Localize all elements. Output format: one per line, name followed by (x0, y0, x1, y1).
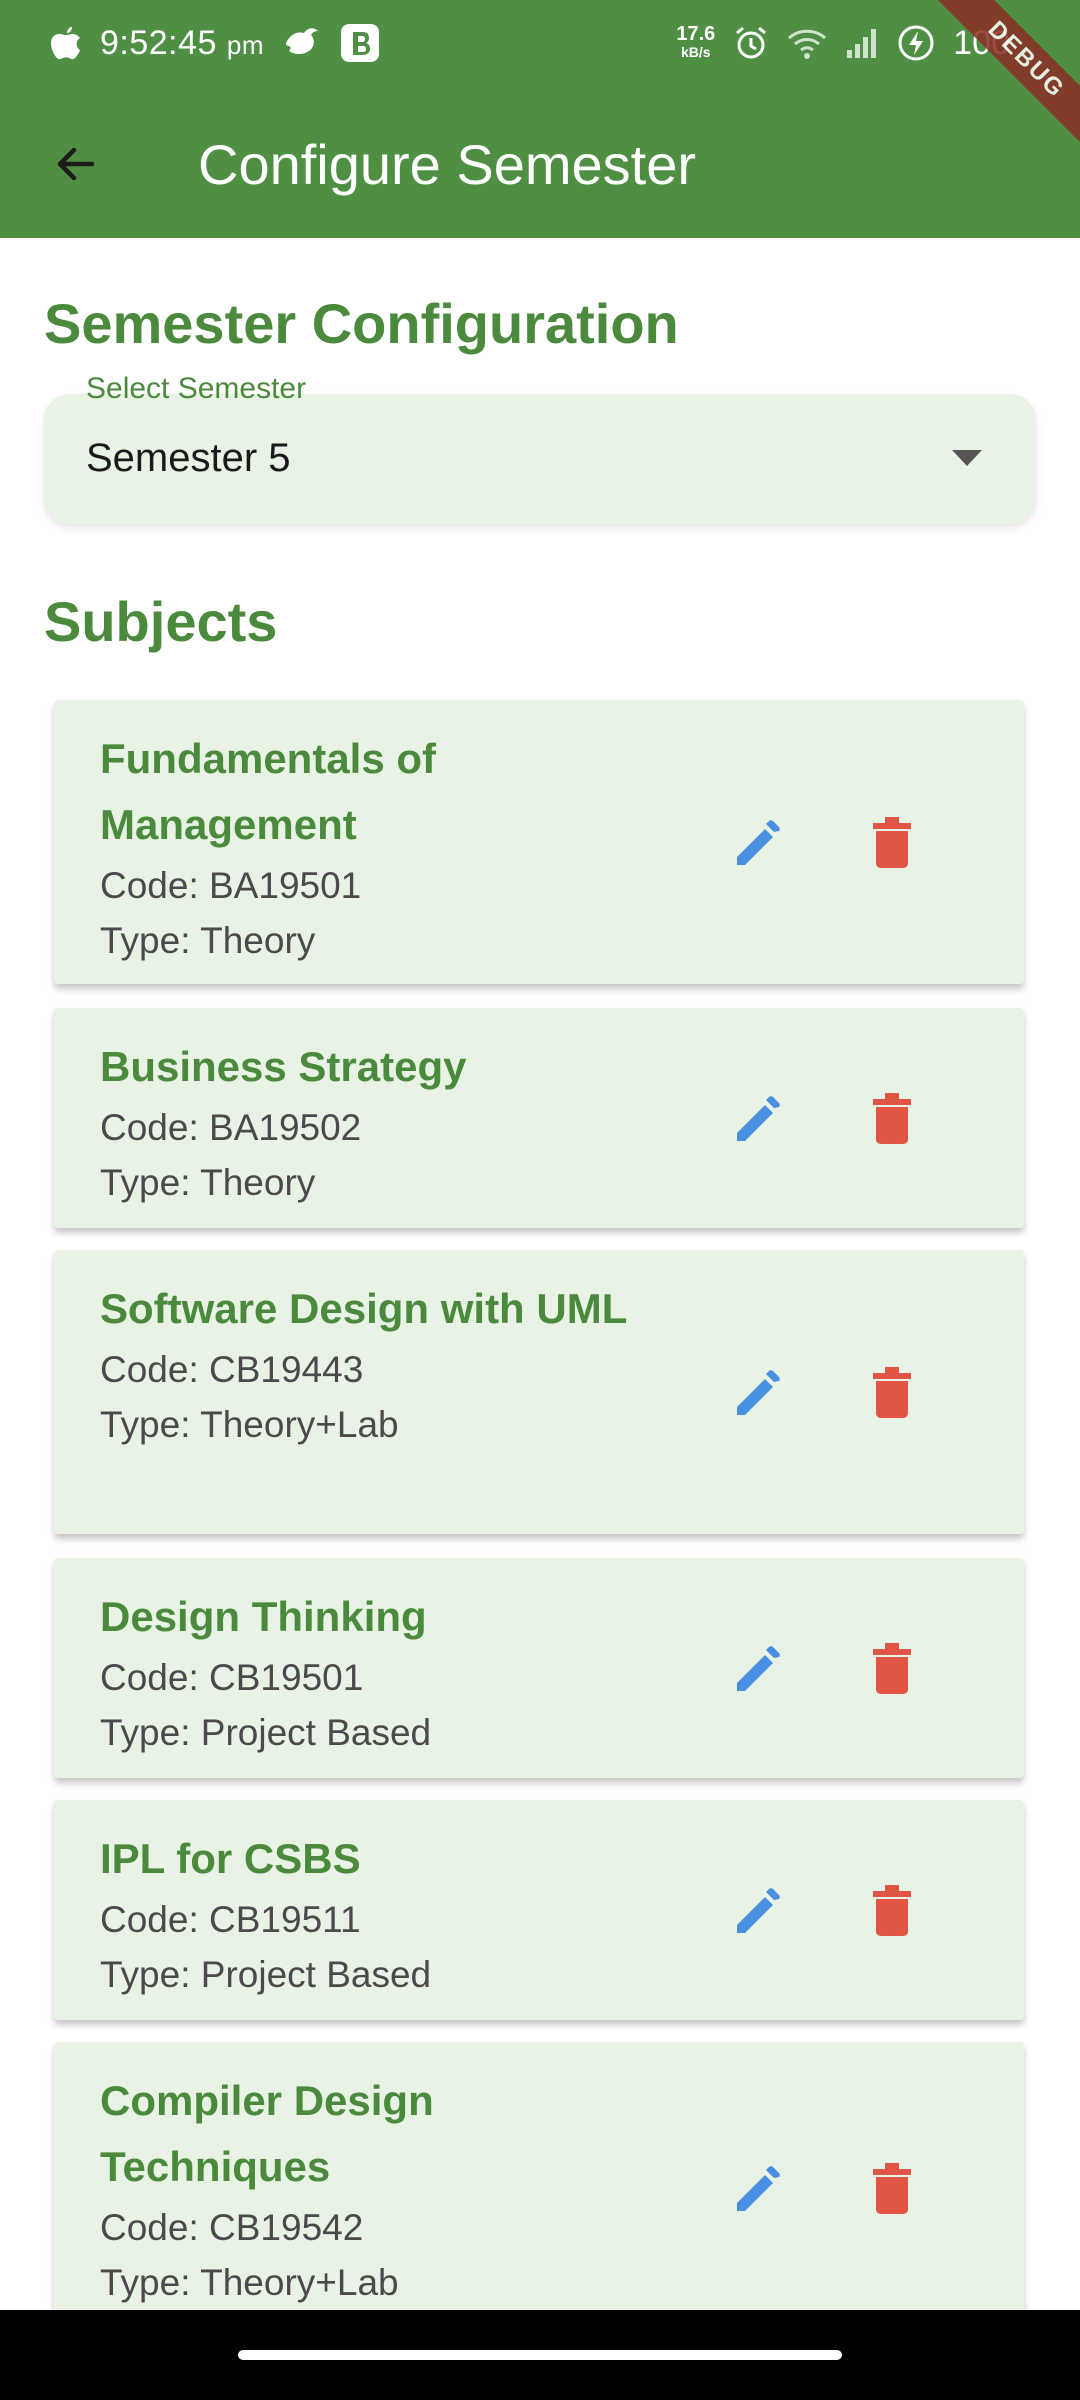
subject-code: Code: CB19501 (100, 1657, 364, 1698)
back-button[interactable] (40, 128, 112, 200)
trash-icon (871, 1091, 913, 1145)
pencil-icon (733, 1883, 787, 1937)
delete-subject-button[interactable] (856, 806, 928, 878)
edit-subject-button[interactable] (724, 806, 796, 878)
trash-icon (871, 2161, 913, 2215)
subject-code: Code: BA19501 (100, 865, 362, 906)
app-header: 9:52:45 pm 17.6 kB/s DEBUG Configure Sem… (0, 0, 1080, 238)
delete-subject-button[interactable] (856, 1082, 928, 1154)
pencil-icon (733, 1641, 787, 1695)
semester-select[interactable]: Select Semester Semester 5 (44, 372, 1036, 524)
subject-info: Business Strategy Code: BA19502 Type: Th… (100, 1034, 670, 1210)
system-nav-bar (0, 2310, 1080, 2400)
edit-subject-button[interactable] (724, 1874, 796, 1946)
subject-code: Code: BA19502 (100, 1107, 362, 1148)
pencil-icon (733, 1365, 787, 1419)
trash-icon (871, 1365, 913, 1419)
charging-icon (897, 24, 935, 62)
app-bar: Configure Semester (0, 86, 1080, 238)
edit-subject-button[interactable] (724, 1632, 796, 1704)
arrow-left-icon (52, 140, 100, 188)
trash-icon (871, 815, 913, 869)
subject-code: Code: CB19542 (100, 2207, 364, 2248)
semester-select-value: Semester 5 (86, 436, 291, 480)
b-app-icon (340, 23, 380, 63)
status-right: 17.6 kB/s (676, 16, 1010, 70)
subject-card: Business Strategy Code: BA19502 Type: Th… (54, 1008, 1024, 1228)
subject-type: Type: Project Based (100, 1712, 432, 1753)
apple-icon (50, 25, 82, 61)
status-bar: 9:52:45 pm 17.6 kB/s (0, 0, 1080, 86)
subject-card: Compiler Design Techniques Code: CB19542… (54, 2042, 1024, 2342)
subjects-heading: Subjects (44, 590, 278, 653)
caret-down-icon (952, 450, 982, 468)
home-gesture-handle[interactable] (238, 2350, 842, 2360)
subject-type: Type: Theory (100, 1162, 316, 1203)
subject-type: Type: Theory (100, 920, 316, 961)
edit-subject-button[interactable] (724, 2152, 796, 2224)
delete-subject-button[interactable] (856, 1356, 928, 1428)
subject-info: IPL for CSBS Code: CB19511 Type: Project… (100, 1826, 670, 2002)
subject-info: Compiler Design Techniques Code: CB19542… (100, 2068, 670, 2310)
delete-subject-button[interactable] (856, 1632, 928, 1704)
subject-info: Software Design with UML Code: CB19443 T… (100, 1276, 670, 1452)
subject-type: Type: Theory+Lab (100, 1404, 399, 1445)
pencil-icon (733, 1091, 787, 1145)
edit-subject-button[interactable] (724, 1356, 796, 1428)
subject-card: Design Thinking Code: CB19501 Type: Proj… (54, 1558, 1024, 1778)
subject-name: Compiler Design Techniques (100, 2077, 434, 2190)
pencil-icon (733, 2161, 787, 2215)
subject-card: IPL for CSBS Code: CB19511 Type: Project… (54, 1800, 1024, 2020)
signal-icon (845, 26, 879, 60)
status-time: 9:52:45 pm (100, 23, 265, 62)
subject-card: Software Design with UML Code: CB19443 T… (54, 1250, 1024, 1534)
alarm-icon (733, 25, 769, 61)
subject-code: Code: CB19443 (100, 1349, 364, 1390)
subject-type: Type: Theory+Lab (100, 2262, 399, 2303)
subject-name: IPL for CSBS (100, 1835, 361, 1882)
status-left: 9:52:45 pm (50, 16, 380, 70)
network-speed: 17.6 kB/s (676, 23, 716, 60)
semester-select-label: Select Semester (86, 372, 307, 405)
subject-card: Fundamentals of Management Code: BA19501… (54, 700, 1024, 984)
subject-type: Type: Project Based (100, 1954, 432, 1995)
subject-info: Fundamentals of Management Code: BA19501… (100, 726, 670, 968)
subject-name: Design Thinking (100, 1593, 427, 1640)
pencil-icon (733, 815, 787, 869)
subject-info: Design Thinking Code: CB19501 Type: Proj… (100, 1584, 670, 1760)
delete-subject-button[interactable] (856, 2152, 928, 2224)
trash-icon (871, 1641, 913, 1695)
subject-code: Code: CB19511 (100, 1899, 361, 1940)
semester-config-heading: Semester Configuration (44, 292, 679, 355)
trash-icon (871, 1883, 913, 1937)
subject-name: Business Strategy (100, 1043, 467, 1090)
subject-name: Software Design with UML (100, 1285, 628, 1332)
subject-name: Fundamentals of Management (100, 735, 437, 848)
page-title: Configure Semester (198, 133, 697, 196)
edit-subject-button[interactable] (724, 1082, 796, 1154)
delete-subject-button[interactable] (856, 1874, 928, 1946)
wifi-icon (787, 26, 827, 60)
bird-icon (282, 25, 322, 61)
